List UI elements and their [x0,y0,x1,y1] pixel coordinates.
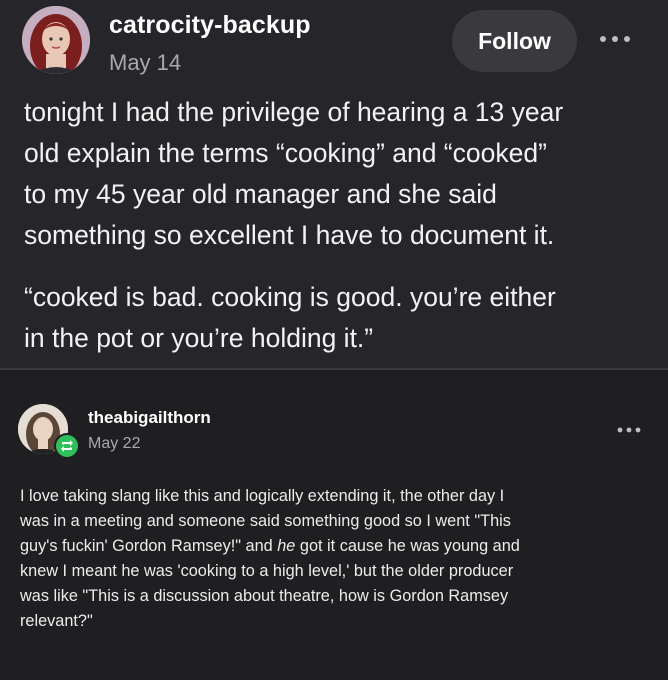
emphasis-text: he [277,537,296,555]
username[interactable]: theabigailthorn [88,408,211,428]
reblog-text-line: was in a meeting and someone said someth… [20,512,511,530]
reblog-text-segment: got it cause he was young and [295,537,520,555]
ellipsis-icon[interactable] [598,34,632,44]
post-text-line: tonight I had the privilege of hearing a… [24,97,564,127]
avatar[interactable] [22,6,90,74]
post-body: tonight I had the privilege of hearing a… [24,92,654,359]
original-post: catrocity-backup May 14 Follow tonight I… [0,0,668,368]
ellipsis-icon[interactable] [616,426,642,434]
post-text-line: something so excellent I have to documen… [24,220,555,250]
username[interactable]: catrocity-backup [109,11,311,40]
post-text-line: to my 45 year old manager and she said [24,179,497,209]
post-date[interactable]: May 14 [109,50,181,76]
post-text-line: old explain the terms “cooking” and “coo… [24,138,547,168]
avatar-image [22,6,90,74]
reblog-text-segment: guy's fuckin' Gordon Ramsey!" and [20,537,278,555]
reblog-text-line: knew I meant he was 'cooking to a high l… [20,562,514,580]
reblog-text-line: guy's fuckin' Gordon Ramsey!" and he got… [20,534,655,559]
reblog-icon [54,433,80,459]
post-quote-line: “cooked is bad. cooking is good. you’re … [24,282,556,312]
reblog-text-line: I love taking slang like this and logica… [20,487,505,505]
reblog-body: I love taking slang like this and logica… [20,484,655,634]
reblog-post: theabigailthorn May 22 I love taking sla… [0,370,668,680]
reblog-text-line: relevant?" [20,612,93,630]
post-date[interactable]: May 22 [88,435,140,453]
screenshot: catrocity-backup May 14 Follow tonight I… [0,0,668,680]
post-quote-line: in the pot or you’re holding it.” [24,323,374,353]
follow-button[interactable]: Follow [452,10,577,72]
reblog-text-line: was like "This is a discussion about the… [20,587,509,605]
reblog-arrows-icon [61,440,73,452]
